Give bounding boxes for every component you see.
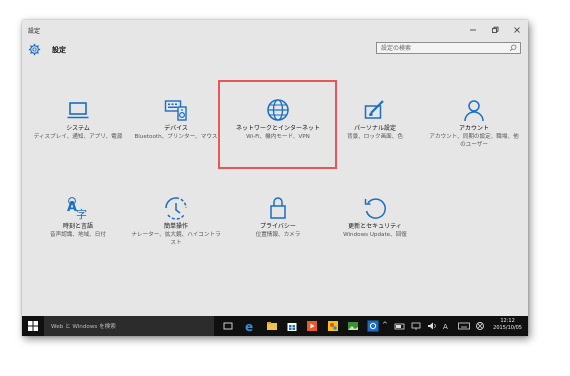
- tile-privacy[interactable]: プライバシー 位置情報、カメラ: [232, 196, 324, 240]
- battery-icon[interactable]: [394, 320, 406, 332]
- taskbar: Web と Windows を検索 e ^ A 12:12 2015/10/05: [22, 316, 528, 336]
- tile-label: プライバシー: [260, 223, 296, 230]
- search-input[interactable]: [377, 43, 506, 53]
- tile-label: 時刻と言語: [62, 223, 93, 230]
- keyboard-speaker-icon: [164, 100, 187, 121]
- media-player-icon[interactable]: [306, 320, 318, 332]
- window-title: 設定: [28, 27, 41, 35]
- svg-text:e: e: [245, 320, 253, 332]
- tile-devices[interactable]: デバイス Bluetooth、プリンター、マウス: [130, 98, 222, 142]
- sync-icon: [364, 198, 386, 219]
- tile-label: アカウント: [458, 125, 489, 132]
- ime-settings-icon[interactable]: [474, 320, 486, 332]
- svg-text:A: A: [443, 323, 448, 331]
- clock-time: 12:12: [500, 318, 515, 324]
- tile-label: システム: [66, 125, 90, 132]
- window-controls: [462, 20, 528, 40]
- page-title: 設定: [52, 45, 66, 54]
- keyboard-icon[interactable]: [458, 320, 470, 332]
- tile-label: パーソナル設定: [353, 125, 396, 132]
- title-bar: 設定: [22, 20, 528, 40]
- search-box[interactable]: [376, 42, 521, 54]
- tile-description: 位置情報、カメラ: [255, 232, 301, 238]
- restore-icon: [492, 26, 499, 33]
- tile-accounts[interactable]: アカウント アカウント、同期の設定、職場、他のユーザー: [428, 98, 520, 149]
- tile-description: Windows Update、回復: [343, 232, 407, 238]
- taskbar-search-text: Web と Windows を検索: [51, 324, 116, 330]
- tile-update-security[interactable]: 更新とセキュリティ Windows Update、回復: [329, 196, 421, 240]
- task-view-icon[interactable]: [222, 320, 234, 332]
- selection-highlight: [218, 80, 337, 169]
- gear-icon: [28, 43, 41, 56]
- store-icon[interactable]: [286, 320, 298, 332]
- search-icon[interactable]: [509, 44, 517, 52]
- network-icon[interactable]: [410, 320, 422, 332]
- minimize-icon: [470, 29, 476, 31]
- close-icon: [514, 27, 520, 33]
- paint-app-icon[interactable]: [327, 320, 339, 332]
- settings-header: 設定: [28, 43, 66, 56]
- settings-app-icon[interactable]: [367, 320, 379, 332]
- tile-description: ディスプレイ、通知、アプリ、電源: [33, 134, 123, 140]
- tile-description: 音声認識、地域、日付: [50, 232, 106, 238]
- minimize-button[interactable]: [462, 20, 484, 40]
- time-language-icon: A 字: [67, 197, 87, 220]
- person-icon: [464, 100, 484, 122]
- laptop-icon: [67, 102, 89, 119]
- tile-description: Bluetooth、プリンター、マウス: [134, 134, 218, 140]
- clock[interactable]: 12:12 2015/10/05: [493, 318, 522, 332]
- file-explorer-icon[interactable]: [266, 320, 278, 332]
- tile-label: 簡単操作: [163, 223, 188, 230]
- tile-label: デバイス: [164, 125, 188, 132]
- start-button[interactable]: [22, 316, 44, 336]
- clock-date: 2015/10/05: [493, 325, 522, 331]
- photo-app-icon[interactable]: [347, 320, 359, 332]
- edge-icon[interactable]: e: [244, 320, 256, 332]
- tile-description: アカウント、同期の設定、職場、他のユーザー: [429, 134, 519, 148]
- show-hidden-icons-icon[interactable]: ^: [382, 321, 388, 329]
- close-button[interactable]: [506, 20, 528, 40]
- tile-time-language[interactable]: A 字 時刻と言語 音声認識、地域、日付: [32, 196, 124, 240]
- svg-text:字: 字: [76, 207, 87, 220]
- tile-description: 背景、ロック画面、色: [347, 134, 403, 140]
- settings-window: 設定 設定 設定の検索 システム ディスプレイ、通知、アプリ、電源 デバイス B…: [22, 20, 528, 336]
- tile-ease-of-access[interactable]: 簡単操作 ナレーター、拡大鏡、ハイコントラスト: [130, 196, 222, 247]
- lock-icon: [270, 197, 286, 219]
- tile-system[interactable]: システム ディスプレイ、通知、アプリ、電源: [32, 98, 124, 142]
- windows-logo-icon: [28, 321, 38, 331]
- ime-mode-icon[interactable]: A: [442, 320, 454, 332]
- tile-label: 更新とセキュリティ: [348, 223, 402, 230]
- tile-personalization[interactable]: パーソナル設定 背景、ロック画面、色: [329, 98, 421, 142]
- volume-icon[interactable]: [426, 320, 438, 332]
- restore-button[interactable]: [484, 20, 506, 40]
- tile-description: ナレーター、拡大鏡、ハイコントラスト: [131, 232, 221, 246]
- paint-brush-icon: [364, 100, 384, 119]
- ease-of-access-icon: [165, 197, 187, 220]
- taskbar-search[interactable]: Web と Windows を検索: [44, 316, 214, 336]
